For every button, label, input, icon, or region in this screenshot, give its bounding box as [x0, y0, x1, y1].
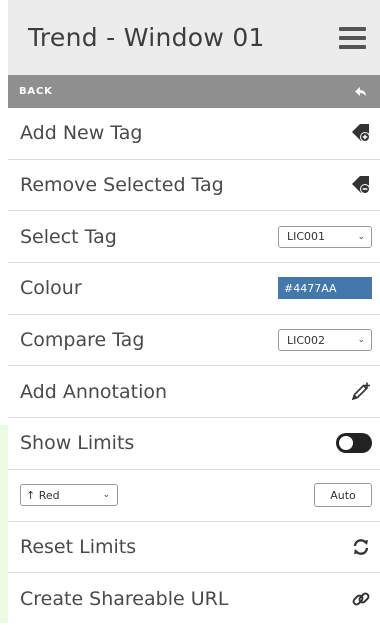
back-bar[interactable]: BACK [8, 75, 380, 108]
chevron-down-icon: ⌄ [102, 490, 110, 501]
reset-limits-label[interactable]: Reset Limits [20, 536, 136, 558]
link-icon[interactable] [350, 588, 372, 610]
chevron-down-icon: ⌄ [357, 335, 365, 346]
show-limits-toggle[interactable] [336, 433, 372, 454]
add-annotation-label[interactable]: Add Annotation [20, 381, 167, 403]
limits-config-row: ↑ Red ⌄ Auto [8, 470, 380, 522]
sync-icon[interactable] [350, 536, 372, 558]
add-tag-label[interactable]: Add New Tag [20, 122, 142, 144]
chevron-down-icon: ⌄ [357, 231, 365, 242]
add-tag-row[interactable]: Add New Tag [8, 108, 380, 160]
reset-limits-row[interactable]: Reset Limits [8, 522, 380, 574]
limit-value-input[interactable]: Auto [314, 483, 372, 508]
back-arrow-icon[interactable] [350, 81, 372, 103]
tag-add-icon[interactable] [350, 122, 372, 144]
trend-menu-panel: Trend - Window 01 BACK Add New Tag Remov… [8, 0, 380, 623]
limit-value-text: Auto [330, 488, 356, 502]
compare-tag-row: Compare Tag LIC002 ⌄ [8, 315, 380, 367]
compare-tag-label: Compare Tag [20, 329, 145, 352]
remove-tag-label[interactable]: Remove Selected Tag [20, 174, 224, 196]
limit-colour-value: ↑ Red [26, 488, 60, 502]
colour-label: Colour [20, 277, 82, 300]
title-bar: Trend - Window 01 [8, 0, 380, 75]
compare-tag-dropdown[interactable]: LIC002 ⌄ [278, 329, 372, 352]
hamburger-icon[interactable] [339, 26, 366, 49]
colour-picker[interactable]: #4477AA [278, 277, 372, 300]
remove-tag-row[interactable]: Remove Selected Tag [8, 160, 380, 212]
window-title: Trend - Window 01 [28, 23, 265, 52]
colour-value: #4477AA [284, 281, 337, 295]
toggle-knob [339, 436, 353, 451]
share-url-label[interactable]: Create Shareable URL [20, 588, 228, 610]
compare-tag-value: LIC002 [287, 333, 326, 347]
limit-colour-dropdown[interactable]: ↑ Red ⌄ [20, 484, 118, 507]
show-limits-label: Show Limits [20, 432, 135, 455]
select-tag-row: Select Tag LIC001 ⌄ [8, 211, 380, 264]
select-tag-value: LIC001 [287, 230, 326, 244]
select-tag-label: Select Tag [20, 225, 117, 248]
add-annotation-row[interactable]: Add Annotation [8, 366, 380, 419]
select-tag-dropdown[interactable]: LIC001 ⌄ [278, 225, 372, 248]
tag-remove-icon[interactable] [350, 174, 372, 196]
pencil-plus-icon[interactable] [350, 381, 372, 403]
colour-row: Colour #4477AA [8, 263, 380, 315]
back-label[interactable]: BACK [19, 86, 53, 97]
show-limits-row: Show Limits [8, 418, 380, 470]
share-url-row[interactable]: Create Shareable URL [8, 573, 380, 625]
